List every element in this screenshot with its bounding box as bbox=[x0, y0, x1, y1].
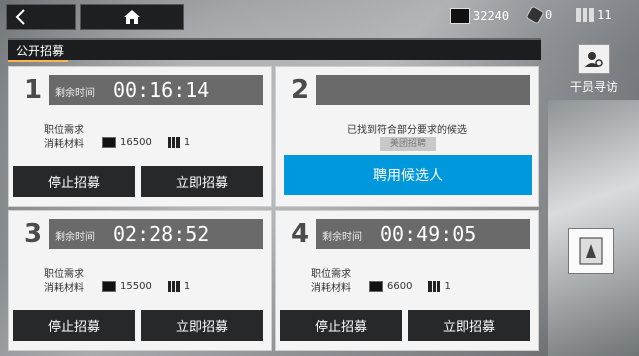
home-icon bbox=[124, 10, 140, 24]
time-label: 剩余时间 bbox=[55, 232, 95, 243]
time-label: 剩余时间 bbox=[322, 232, 362, 243]
operator-guide-label: 干员寻访 bbox=[569, 80, 618, 94]
operator-guide-button[interactable]: 干员寻访 bbox=[554, 44, 634, 100]
cost-label: 消耗材料 bbox=[44, 139, 84, 150]
home-button[interactable] bbox=[80, 4, 184, 30]
permit-value: 11 bbox=[597, 8, 612, 22]
slot-number: 2 bbox=[284, 75, 316, 105]
recruit-slot-1: 1 剩余时间 00:16:14 职位需求 消耗材料 16500 1 停止招募 立… bbox=[8, 66, 272, 207]
instant-recruit-button[interactable]: 立即招募 bbox=[408, 310, 530, 341]
requirement-label: 职位需求 bbox=[44, 269, 84, 280]
instant-recruit-button[interactable]: 立即招募 bbox=[141, 166, 263, 197]
cost-amount: 15500 bbox=[120, 281, 152, 292]
time-label: 剩余时间 bbox=[55, 88, 95, 99]
time-remaining: 00:16:14 bbox=[113, 78, 210, 102]
cost-amount: 16500 bbox=[120, 137, 152, 148]
slot-header: 2 bbox=[284, 75, 530, 105]
chevron-left-icon bbox=[15, 9, 25, 25]
instant-recruit-button[interactable]: 立即招募 bbox=[141, 310, 263, 341]
materials-icon bbox=[450, 8, 470, 24]
permit-icon bbox=[167, 281, 180, 292]
recruit-slot-4: 4 剩余时间 00:49:05 职位需求 消耗材料 6600 1 停止招募 立即… bbox=[275, 210, 539, 351]
requirement-label: 职位需求 bbox=[44, 125, 84, 136]
materials-icon bbox=[102, 137, 116, 148]
slot-number: 1 bbox=[17, 75, 49, 105]
hire-candidate-button[interactable]: 聘用候选人 bbox=[284, 155, 532, 195]
permit-amount: 1 bbox=[183, 281, 191, 292]
section-title: 公开招募 bbox=[8, 38, 541, 62]
recruit-slot-3: 3 剩余时间 02:28:52 职位需求 消耗材料 15500 1 停止招募 立… bbox=[8, 210, 272, 351]
slot-header: 3 剩余时间 02:28:52 bbox=[17, 219, 263, 249]
cost-label: 消耗材料 bbox=[44, 283, 84, 294]
cost-row: 消耗材料 6600 1 bbox=[311, 279, 451, 294]
permit-icon bbox=[428, 281, 441, 292]
materials-counter: 32240 bbox=[450, 8, 509, 24]
cost-row: 消耗材料 16500 1 bbox=[44, 135, 190, 150]
candidate-tag: 美团招聘 bbox=[380, 137, 436, 151]
cost-row: 消耗材料 15500 1 bbox=[44, 279, 190, 294]
permit-icon bbox=[167, 137, 180, 148]
permit-amount: 1 bbox=[444, 281, 451, 292]
materials-icon bbox=[369, 281, 383, 292]
stop-recruit-button[interactable]: 停止招募 bbox=[13, 166, 135, 197]
requirement-label: 职位需求 bbox=[311, 269, 351, 280]
slot-number: 3 bbox=[17, 219, 49, 249]
slot-number: 4 bbox=[284, 219, 316, 249]
time-remaining: 00:49:05 bbox=[380, 222, 477, 246]
recruit-slot-2: 2 已找到符合部分要求的候选 美团招聘 聘用候选人 bbox=[275, 66, 539, 207]
recruit-card-icon[interactable] bbox=[568, 228, 614, 274]
slot-header: 4 剩余时间 00:49:05 bbox=[284, 219, 530, 249]
permit-counter: 11 bbox=[576, 8, 611, 22]
originite-value: 0 bbox=[545, 8, 553, 22]
cost-amount: 6600 bbox=[387, 281, 413, 292]
top-bar: 32240 0 11 bbox=[0, 0, 639, 34]
cost-label: 消耗材料 bbox=[311, 283, 351, 294]
candidate-found-text: 已找到符合部分要求的候选 bbox=[347, 125, 467, 136]
originite-counter: 0 bbox=[525, 5, 553, 25]
stop-recruit-button[interactable]: 停止招募 bbox=[280, 310, 402, 341]
user-search-icon bbox=[578, 44, 610, 74]
originite-icon bbox=[525, 5, 545, 25]
slot-header: 1 剩余时间 00:16:14 bbox=[17, 75, 263, 105]
back-button[interactable] bbox=[6, 4, 76, 30]
stop-recruit-button[interactable]: 停止招募 bbox=[13, 310, 135, 341]
materials-value: 32240 bbox=[473, 9, 510, 23]
time-remaining: 02:28:52 bbox=[113, 222, 210, 246]
permit-amount: 1 bbox=[183, 137, 191, 148]
materials-icon bbox=[102, 281, 116, 292]
permit-icon bbox=[576, 8, 595, 22]
